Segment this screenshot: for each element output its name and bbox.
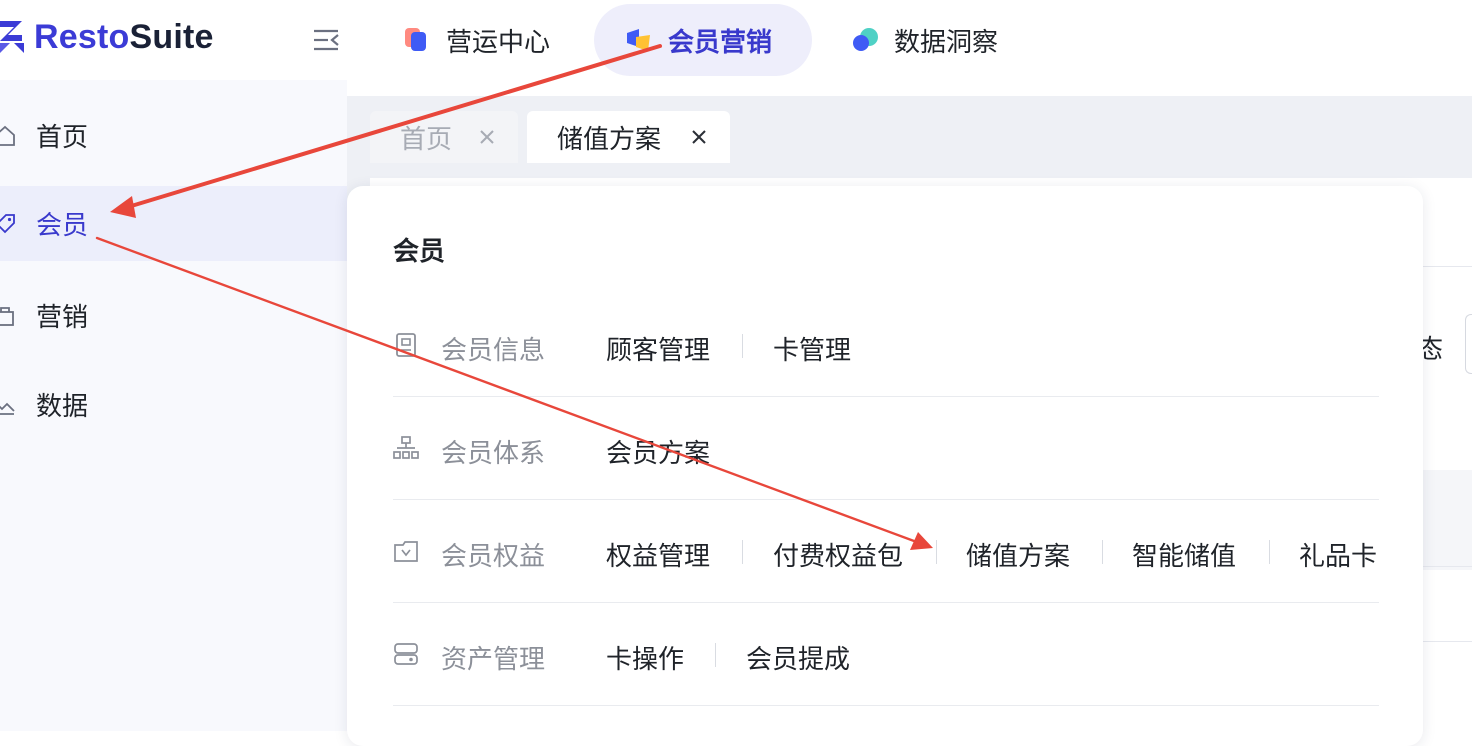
- restosuite-logo-icon: [0, 21, 24, 53]
- home-icon: [0, 125, 15, 146]
- status-select[interactable]: [1465, 314, 1472, 374]
- separator: [1269, 540, 1270, 564]
- table-header: [1422, 470, 1472, 570]
- sidebar-item-marketing[interactable]: 营销: [0, 278, 347, 353]
- brand-name: RestoSuite: [34, 17, 214, 56]
- menu-row-asset-management: 资产管理 卡操作 会员提成: [393, 603, 1379, 706]
- divider: [1422, 266, 1472, 267]
- menu-link-smart-stored-value[interactable]: 智能储值: [1132, 536, 1236, 573]
- close-icon[interactable]: [478, 128, 496, 146]
- separator: [1102, 540, 1103, 564]
- menu-link-stored-value-plan[interactable]: 储值方案: [966, 536, 1070, 573]
- menu-row-member-info: 会员信息 顾客管理 卡管理: [393, 294, 1379, 397]
- collapse-menu-icon[interactable]: [311, 26, 341, 54]
- gift-bag-icon: [0, 306, 14, 326]
- menu-link-card-operations[interactable]: 卡操作: [606, 639, 684, 676]
- wallet-icon: [394, 643, 418, 665]
- sidebar-item-member[interactable]: 会员: [0, 186, 347, 261]
- divider: [1422, 566, 1472, 567]
- nav-tab-label: 数据洞察: [894, 27, 999, 58]
- benefit-box-icon: [394, 541, 418, 562]
- menu-link-member-commission[interactable]: 会员提成: [746, 639, 850, 676]
- member-menu-dropdown: 会员 会员信息 顾客管理 卡管理 会员体系 会员方案 会员权益 权益管理 付费权…: [347, 186, 1423, 746]
- menu-row-label: 会员权益: [441, 542, 546, 572]
- sidebar-item-label: 会员: [36, 211, 89, 241]
- menu-row-member-system: 会员体系 会员方案: [393, 397, 1379, 500]
- operations-center-icon: [405, 28, 426, 51]
- separator: [742, 334, 743, 358]
- top-header: RestoSuite 营运中心 会员营销 数据洞察: [0, 0, 1472, 80]
- sidebar-item-home[interactable]: 首页: [0, 98, 347, 173]
- menu-row-label: 资产管理: [441, 645, 546, 675]
- menu-link-paid-benefit-pack[interactable]: 付费权益包: [773, 536, 903, 573]
- menu-row-label: 会员信息: [441, 336, 546, 366]
- data-insight-icon: [853, 28, 878, 51]
- nav-tab-label: 会员营销: [668, 27, 773, 58]
- menu-link-customer-management[interactable]: 顾客管理: [606, 330, 710, 367]
- brand-logo[interactable]: RestoSuite: [0, 14, 214, 60]
- tag-icon: [0, 213, 15, 233]
- menu-link-card-management[interactable]: 卡管理: [773, 330, 851, 367]
- hierarchy-icon: [393, 436, 419, 459]
- sidebar-item-label: 营销: [36, 303, 89, 333]
- separator: [936, 540, 937, 564]
- page-tab-label: 储值方案: [557, 124, 662, 155]
- nav-tab-operations[interactable]: 营运中心: [402, 4, 550, 76]
- sidebar: 首页 会员 营销 数据: [0, 80, 347, 731]
- chart-icon: [0, 402, 15, 415]
- id-card-icon: [396, 333, 416, 357]
- divider: [1422, 641, 1472, 642]
- sidebar-item-label: 首页: [36, 123, 89, 153]
- separator: [742, 540, 743, 564]
- nav-tab-member-marketing[interactable]: 会员营销: [594, 4, 812, 76]
- menu-title: 会员: [393, 237, 446, 267]
- nav-tab-data-insight[interactable]: 数据洞察: [850, 4, 998, 76]
- menu-row-label: 会员体系: [441, 439, 546, 469]
- separator: [715, 643, 716, 667]
- menu-row-member-benefits: 会员权益 权益管理 付费权益包 储值方案 智能储值 礼品卡: [393, 500, 1379, 603]
- member-marketing-icon: [627, 29, 650, 51]
- page-tab-stored-value-plan[interactable]: 储值方案: [527, 111, 730, 163]
- nav-tab-label: 营运中心: [446, 27, 551, 58]
- menu-link-gift-card[interactable]: 礼品卡: [1299, 536, 1377, 573]
- menu-link-benefit-management[interactable]: 权益管理: [606, 536, 710, 573]
- sidebar-item-label: 数据: [36, 392, 89, 422]
- menu-link-member-plan[interactable]: 会员方案: [606, 433, 710, 470]
- divider: [393, 705, 1379, 706]
- page-tab-label: 首页: [400, 124, 453, 155]
- sidebar-item-data[interactable]: 数据: [0, 367, 347, 442]
- close-icon[interactable]: [690, 128, 708, 146]
- page-tab-home[interactable]: 首页: [370, 111, 518, 163]
